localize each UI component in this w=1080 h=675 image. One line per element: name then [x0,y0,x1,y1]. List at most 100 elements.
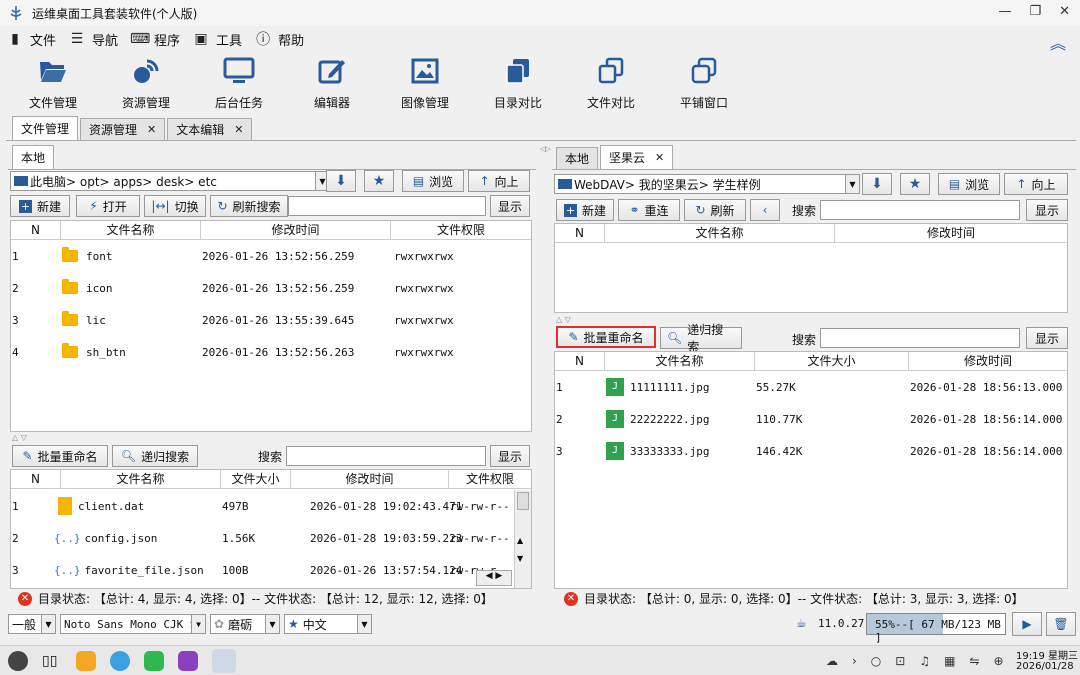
chevron-down-icon[interactable]: ▼ [265,615,279,633]
col-name[interactable]: 文件名称 [605,224,835,242]
right-file-search-input[interactable] [820,328,1020,348]
table-row[interactable]: 4 sh_btn 2026-01-26 13:52:56.263 rwxrwxrwx [12,340,454,364]
tab-text-edit[interactable]: 文本编辑 ✕ [167,118,253,140]
col-time[interactable]: 修改时间 [835,224,1067,242]
hscroll-arrows[interactable]: ◀ ▶ [476,570,512,586]
left-file-search-input[interactable] [286,446,486,466]
tool-image-manager[interactable]: 图像管理 [380,54,470,111]
show-button[interactable]: 显示 [490,195,530,217]
tool-background-tasks[interactable]: 后台任务 [194,54,284,111]
browse-button[interactable]: ▤ 浏览 [938,173,1000,195]
table-row[interactable]: 2 icon 2026-01-26 13:52:56.259 rwxrwxrwx [12,276,454,300]
table-row[interactable]: 2 J 22222222.jpg 110.77K 2026-01-28 18:56:14… [556,407,1062,431]
recursive-search-button[interactable]: 🔍︎ 递归搜索 [660,323,742,354]
panel-splitter-icon[interactable]: ◁▷ [540,143,551,608]
active-app-icon[interactable] [212,649,236,673]
tab-local[interactable]: 本地 [556,147,599,169]
new-button[interactable]: + 新建 [556,199,614,221]
scroll-up-icon[interactable]: ▲ [517,536,523,545]
run-button[interactable]: ▶ [1012,612,1042,636]
splitter-icon[interactable]: △ ▽ [556,315,571,324]
start-icon[interactable] [8,651,28,671]
language-combo[interactable]: ★ 中文 ▼ [284,614,372,634]
favorite-button[interactable]: ★ [900,173,930,195]
trash-button[interactable]: 🗑︎ [1046,612,1076,636]
tool-file-manager[interactable]: 文件管理 [8,54,98,111]
switch-button[interactable]: |↔| 切换 [144,195,206,217]
browser-app-icon[interactable] [110,651,130,671]
menu-file[interactable]: ▮ 文件 [6,30,56,49]
tab-local[interactable]: 本地 [12,145,55,169]
table-row[interactable]: 1 client.dat 497B 2026-01-28 19:02:43.471 rw… [12,494,512,518]
chevron-down-icon[interactable]: ▼ [41,615,55,633]
close-tab-icon[interactable]: ✕ [234,123,243,136]
theme-combo[interactable]: ✿ 磨砺 ▼ [210,614,280,634]
batch-rename-button[interactable]: ✎ 批量重命名 [556,326,656,348]
restore-icon[interactable]: ❐ [1029,4,1041,19]
right-path-combo[interactable]: WebDAV> 我的坚果云> 学生样例 ▼ [554,174,860,194]
font-combo[interactable]: Noto Sans Mono CJK SC ▼ [60,614,206,634]
close-tab-icon[interactable]: ✕ [147,123,156,136]
menu-help[interactable]: ⓘ 帮助 [254,29,304,49]
table-row[interactable]: 3 lic 2026-01-26 13:55:39.645 rwxrwxrwx [12,308,454,332]
browse-button[interactable]: ▤ 浏览 [402,170,464,192]
reconnect-button[interactable]: ⚭ 重连 [618,199,680,221]
col-perm[interactable]: 文件权限 [391,221,531,239]
table-row[interactable]: 2 {..} config.json 1.56K 2026-01-28 19:03:59… [12,526,512,550]
multitask-icon[interactable]: ▯▯ [42,653,57,669]
splitter-icon[interactable]: △ ▽ [12,433,27,442]
col-n[interactable]: N [11,221,61,239]
menu-tools[interactable]: ▣ 工具 [192,30,242,49]
chevron-down-icon[interactable]: ▼ [191,615,205,633]
new-button[interactable]: + 新建 [10,195,70,217]
col-n[interactable]: N [555,224,605,242]
col-name[interactable]: 文件名称 [61,221,201,239]
back-button[interactable]: ‹ [750,199,780,221]
tool-file-compare[interactable]: 文件对比 [566,54,656,111]
up-button[interactable]: ↑ 向上 [468,170,530,192]
tool-tile-windows[interactable]: 平铺窗口 [659,54,749,111]
table-row[interactable]: 1 font 2026-01-26 13:52:56.259 rwxrwxrwx [12,244,454,268]
col-time[interactable]: 修改时间 [291,470,449,488]
chevron-down-icon[interactable]: ▼ [845,175,859,193]
table-row[interactable]: 3 J 33333333.jpg 146.42K 2026-01-28 18:56:14… [556,439,1062,463]
col-n[interactable]: N [555,352,605,370]
chat-app-icon[interactable] [144,651,164,671]
tool-editor[interactable]: 编辑器 [287,54,377,111]
up-button[interactable]: ↑ 向上 [1004,173,1068,195]
terminal-app-icon[interactable] [178,651,198,671]
left-path-combo[interactable]: 此电脑> opt> apps> desk> etc ▼ [10,171,330,191]
close-icon[interactable]: ✕ [1059,4,1070,19]
recursive-search-button[interactable]: 🔍︎ 递归搜索 [112,445,198,467]
open-button[interactable]: ⚡ 打开 [76,195,140,217]
tool-dir-compare[interactable]: 目录对比 [473,54,563,111]
level-combo[interactable]: 一般 ▼ [8,614,56,634]
col-n[interactable]: N [11,470,61,488]
table-row[interactable]: 1 J 11111111.jpg 55.27K 2026-01-28 18:56:13.… [556,375,1062,399]
refresh-button[interactable]: ↻ 刷新 [684,199,746,221]
favorite-button[interactable]: ★ [364,170,394,192]
right-search-input[interactable] [820,200,1020,220]
menu-program[interactable]: ⌨ 程序 [130,30,180,49]
col-size[interactable]: 文件大小 [221,470,291,488]
col-time[interactable]: 修改时间 [909,352,1067,370]
col-size[interactable]: 文件大小 [755,352,909,370]
scroll-down-icon[interactable]: ▼ [517,554,523,563]
scrollbar[interactable]: ▲ ▼ [514,490,531,588]
tab-jianguoyun[interactable]: 坚果云 ✕ [600,145,674,169]
table-row[interactable]: 3 {..} favorite_file.json 100B 2026-01-26 13… [12,558,512,582]
collapse-ribbon-icon[interactable]: ︽ [1050,30,1066,54]
minimize-icon[interactable]: — [998,4,1011,19]
tab-file-manager[interactable]: 文件管理 [12,116,79,140]
show-button-2[interactable]: 显示 [1026,327,1068,349]
batch-rename-button[interactable]: ✎ 批量重命名 [12,445,108,467]
tool-resource-manager[interactable]: 资源管理 [101,54,191,111]
col-name[interactable]: 文件名称 [605,352,755,370]
chevron-down-icon[interactable]: ▼ [357,615,371,633]
col-name[interactable]: 文件名称 [61,470,221,488]
show-button-2[interactable]: 显示 [490,445,530,467]
close-tab-icon[interactable]: ✕ [655,151,664,164]
refresh-search-button[interactable]: ↻ 刷新搜索 [210,195,288,217]
menu-nav[interactable]: ☰ 导航 [68,30,118,49]
files-app-icon[interactable] [76,651,96,671]
